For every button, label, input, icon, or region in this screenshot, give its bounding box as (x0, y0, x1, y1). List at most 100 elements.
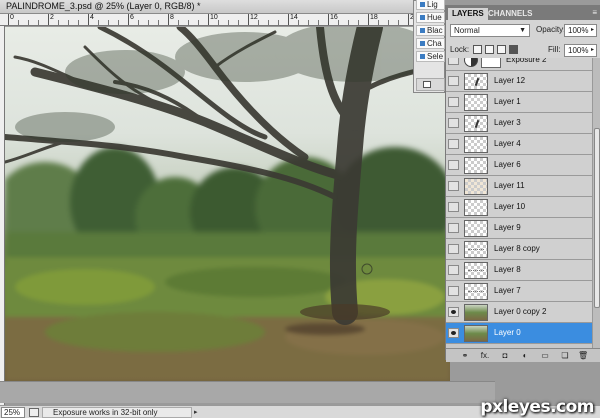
visibility-eye-icon[interactable] (448, 244, 459, 254)
group-icon[interactable]: ▭ (540, 351, 550, 360)
ruler-label: 2 (50, 14, 54, 21)
tab-layers[interactable]: LAYERS (448, 8, 488, 20)
tab-channels[interactable]: CHANNELS (484, 8, 536, 20)
layer-mask-thumbnail[interactable] (481, 58, 501, 68)
adjustment-selective[interactable]: Sele (416, 51, 445, 62)
layer-row[interactable]: Layer 6 (446, 155, 592, 176)
adjustment-black[interactable]: Blac (416, 25, 445, 36)
layer-row[interactable]: Layer 8 (446, 260, 592, 281)
layer-thumbnail[interactable] (464, 283, 488, 300)
layer-name: Layer 8 (494, 265, 521, 274)
ruler-minor-tick (58, 20, 59, 25)
layer-thumbnail[interactable] (464, 178, 488, 195)
layers-scrollbar[interactable] (592, 58, 600, 348)
adjustment-hue[interactable]: Hue (416, 12, 445, 23)
layer-thumbnail[interactable] (464, 325, 488, 342)
ruler-minor-tick (298, 20, 299, 25)
visibility-eye-icon[interactable] (448, 160, 459, 170)
fill-field[interactable]: 100% ▸ (564, 44, 597, 57)
visibility-eye-icon[interactable] (448, 223, 459, 233)
document-info-icon[interactable] (29, 408, 39, 417)
panel-menu-icon[interactable]: ≡ (592, 8, 597, 17)
stroke-marks-icon (468, 249, 484, 252)
visibility-eye-icon[interactable] (448, 265, 459, 275)
adjustment-icon (420, 41, 425, 47)
document-canvas[interactable] (5, 27, 450, 381)
visibility-eye-icon[interactable] (448, 286, 459, 296)
lock-all-icon[interactable] (509, 45, 518, 54)
zoom-field[interactable]: 25% (1, 407, 25, 418)
ruler-tick (368, 14, 369, 25)
ruler-label: 14 (290, 14, 298, 21)
opacity-label: Opacity: (536, 25, 566, 34)
layer-thumbnail[interactable] (464, 115, 488, 132)
chevron-right-icon: ▸ (590, 47, 594, 53)
lock-transparency-icon[interactable] (473, 45, 482, 54)
layer-name: Layer 9 (494, 223, 521, 232)
ruler-label: 4 (90, 14, 94, 21)
ruler-label: 18 (370, 14, 378, 21)
layer-thumbnail[interactable] (464, 157, 488, 174)
lock-pixels-icon[interactable] (485, 45, 494, 54)
layer-thumbnail[interactable] (464, 304, 488, 321)
visibility-eye-icon[interactable] (448, 181, 459, 191)
scrollbar-thumb[interactable] (594, 128, 600, 308)
mask-icon[interactable]: ◘ (500, 351, 510, 360)
visibility-eye-icon[interactable] (448, 58, 459, 65)
layer-row[interactable]: Layer 4 (446, 134, 592, 155)
layer-row[interactable]: Layer 7 (446, 281, 592, 302)
horizontal-ruler[interactable]: 02468101214161820 (0, 14, 440, 26)
lock-position-icon[interactable] (497, 45, 506, 54)
blend-mode-select[interactable]: Normal ▼ (450, 24, 530, 37)
layer-list[interactable]: Exposure 2 Layer 12 Layer 1 Layer 3 Layer 4 L… (446, 58, 592, 348)
layer-row[interactable]: Layer 12 (446, 71, 592, 92)
layer-thumbnail[interactable] (464, 262, 488, 279)
ruler-minor-tick (338, 20, 339, 25)
visibility-eye-icon[interactable] (448, 139, 459, 149)
visibility-eye-icon[interactable] (448, 97, 459, 107)
layer-row[interactable]: Layer 0 copy 2 (446, 302, 592, 323)
layer-row[interactable]: Exposure 2 (446, 58, 592, 71)
visibility-eye-icon[interactable] (448, 307, 459, 317)
layer-row[interactable]: Layer 10 (446, 197, 592, 218)
layer-row[interactable]: Layer 11 (446, 176, 592, 197)
layer-thumbnail[interactable] (464, 241, 488, 258)
adjustment-channel[interactable]: Cha (416, 38, 445, 49)
layer-thumbnail[interactable] (464, 136, 488, 153)
layer-row[interactable]: Layer 0 (446, 323, 592, 344)
adjustments-panel: Lig Hue Blac Cha Sele (413, 0, 445, 93)
opacity-field[interactable]: 100% ▸ (564, 24, 597, 37)
visibility-eye-icon[interactable] (448, 202, 459, 212)
ruler-tick (88, 14, 89, 25)
ruler-tick (328, 14, 329, 25)
adjustment-icon[interactable]: ◐ (520, 351, 530, 360)
opacity-value: 100% (568, 26, 589, 35)
layer-name: Layer 12 (494, 76, 526, 85)
layer-thumbnail[interactable] (464, 220, 488, 237)
layer-name: Layer 7 (494, 286, 521, 295)
layer-thumbnail[interactable] (464, 94, 488, 111)
trash-icon[interactable]: 🗑 (578, 351, 588, 360)
lock-row: Lock: Fill: 100% ▸ (446, 41, 600, 59)
fx-icon[interactable]: fx. (480, 351, 490, 360)
adjustment-label: Sele (427, 52, 444, 61)
panel-icon[interactable] (423, 81, 431, 88)
new-layer-icon[interactable]: ❏ (560, 351, 570, 360)
photoshop-window: PALINDROME_3.psd @ 25% (Layer 0, RGB/8) … (0, 0, 600, 418)
visibility-eye-icon[interactable] (448, 118, 459, 128)
adjustment-lightness[interactable]: Lig (416, 0, 445, 10)
visibility-eye-icon[interactable] (448, 328, 459, 338)
layer-row[interactable]: Layer 8 copy (446, 239, 592, 260)
ruler-minor-tick (198, 20, 199, 25)
layer-thumbnail[interactable] (464, 73, 488, 90)
visibility-eye-icon[interactable] (448, 76, 459, 86)
layer-row[interactable]: Layer 9 (446, 218, 592, 239)
horizontal-scroll-area[interactable] (0, 381, 495, 403)
layer-row[interactable]: Layer 3 (446, 113, 592, 134)
ruler-minor-tick (78, 20, 79, 25)
document-tab[interactable]: PALINDROME_3.psd @ 25% (Layer 0, RGB/8) … (0, 0, 440, 14)
link-icon[interactable]: ⚭ (460, 351, 470, 360)
layer-row[interactable]: Layer 1 (446, 92, 592, 113)
status-menu-arrow-icon[interactable]: ▸ (194, 408, 198, 416)
layer-thumbnail[interactable] (464, 199, 488, 216)
